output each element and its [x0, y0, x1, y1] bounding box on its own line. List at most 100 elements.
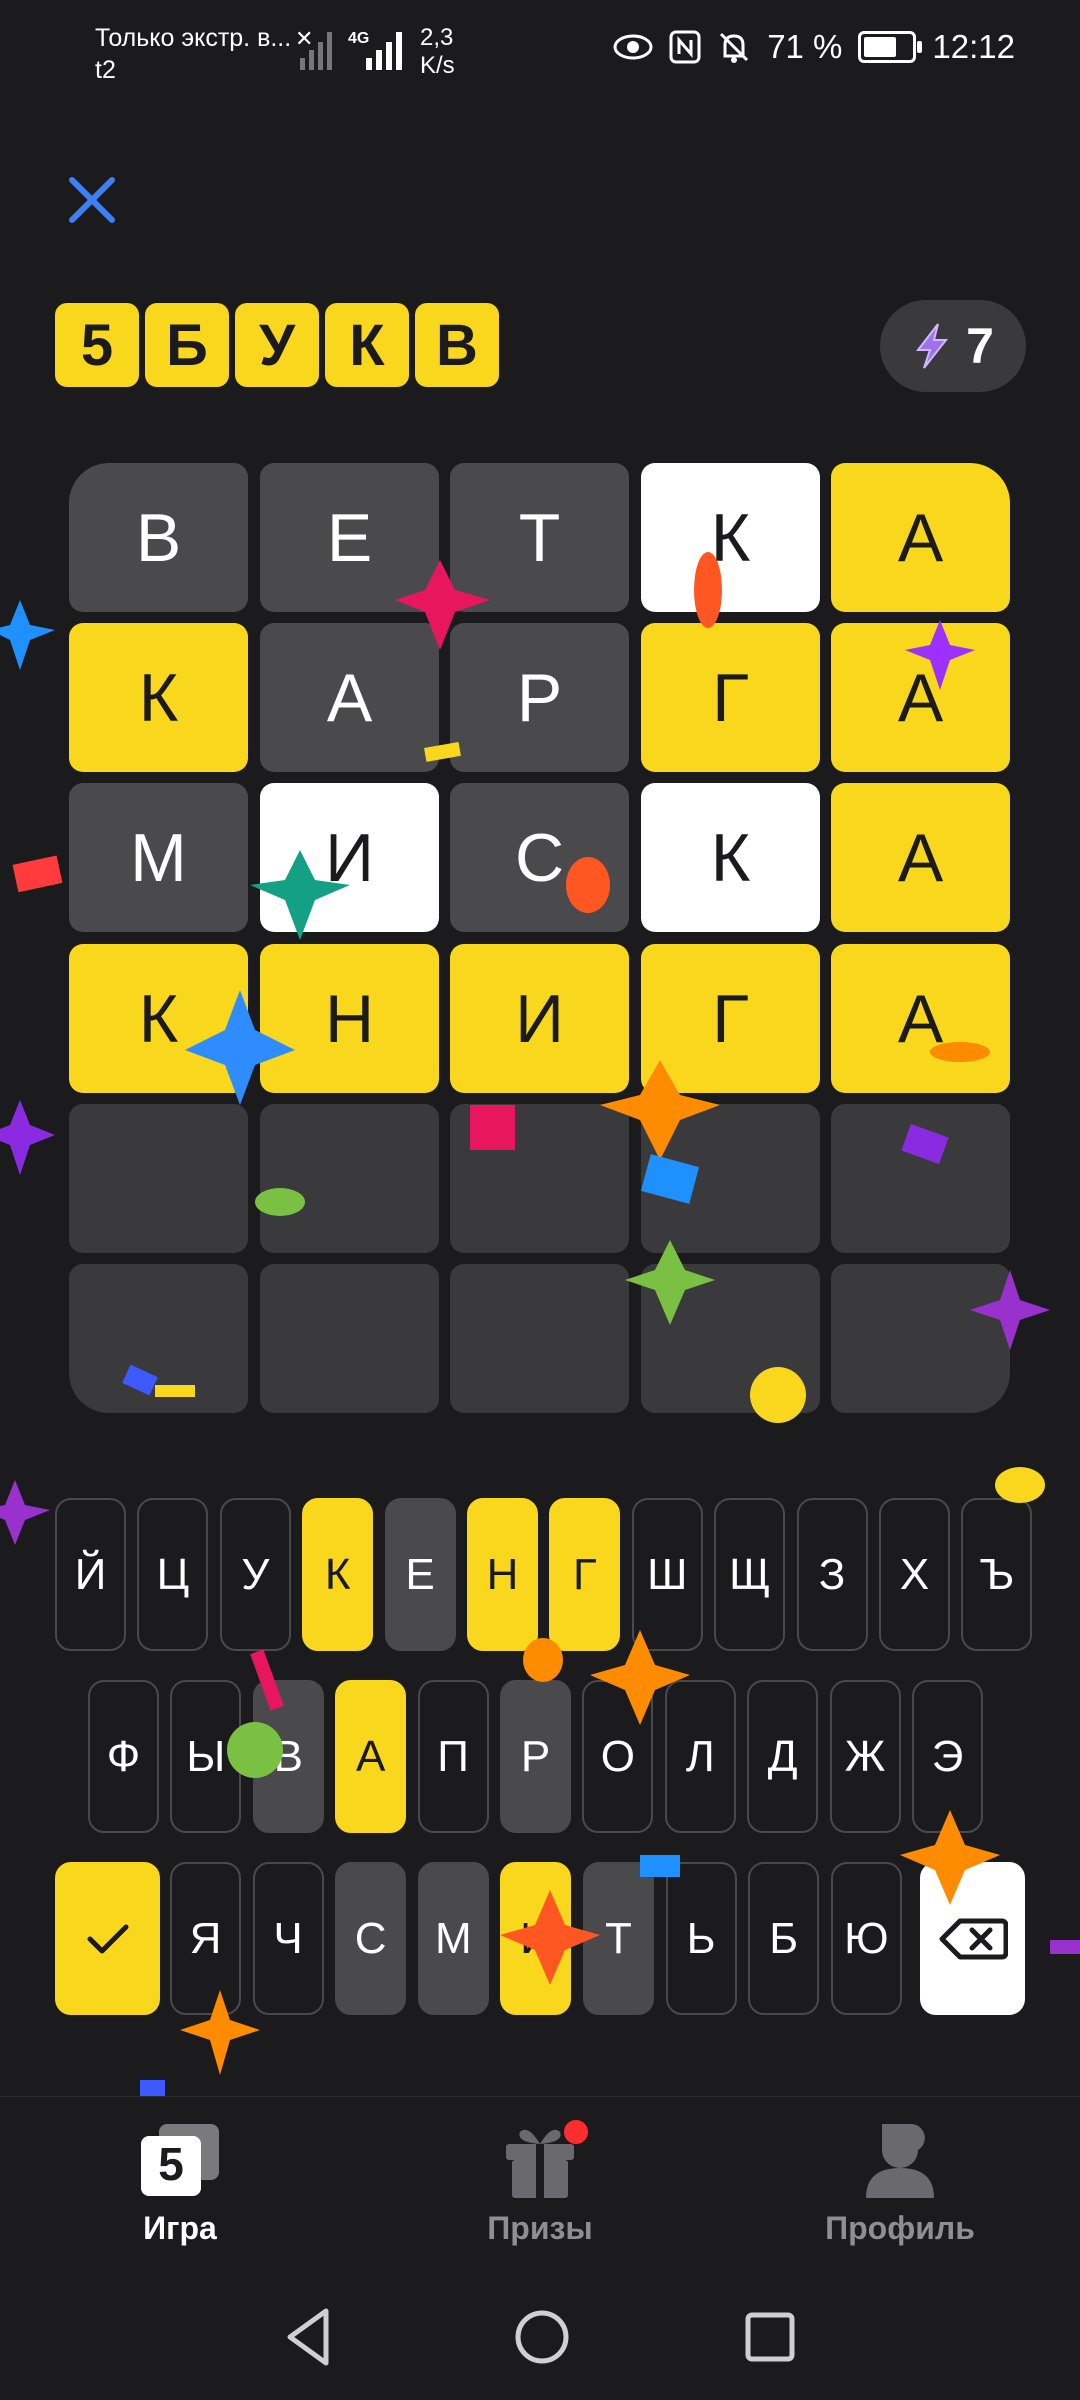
key[interactable]: Р: [500, 1680, 571, 1833]
key[interactable]: Н: [467, 1498, 538, 1651]
check-icon: [87, 1924, 128, 1953]
key[interactable]: З: [796, 1498, 868, 1651]
key[interactable]: В: [252, 1680, 324, 1833]
key[interactable]: О: [582, 1680, 654, 1833]
board-tile: Т: [450, 463, 629, 612]
svg-text:5: 5: [158, 2138, 184, 2190]
key[interactable]: Ш: [631, 1498, 703, 1651]
key[interactable]: Т: [583, 1862, 654, 2015]
nav-item-prizes[interactable]: Призы: [420, 2120, 660, 2247]
board-tile: К: [69, 944, 248, 1093]
mute-bell-icon: [720, 32, 749, 63]
board-tile: [641, 1104, 820, 1253]
board-tile: Г: [641, 944, 820, 1093]
key[interactable]: Й: [55, 1498, 126, 1651]
key[interactable]: Ж: [829, 1680, 901, 1833]
key[interactable]: Е: [384, 1498, 456, 1651]
board-tile: [450, 1264, 629, 1413]
back-icon[interactable]: [280, 2305, 340, 2369]
key[interactable]: Ф: [88, 1680, 159, 1833]
confetti-star: [0, 1480, 50, 1545]
status-right: 71 % 12:12: [613, 28, 1015, 66]
key[interactable]: Х: [879, 1498, 950, 1651]
network-speed: 2,3 K/s: [420, 24, 455, 80]
logo-tile: 5: [55, 303, 139, 387]
close-icon[interactable]: [62, 170, 122, 230]
board-tile: И: [450, 944, 629, 1093]
profile-icon: [866, 2123, 934, 2198]
game-board: ВЕТКАКАРГАМИСКАКНИГА: [69, 463, 1010, 1413]
key[interactable]: М: [417, 1862, 489, 2015]
board-tile: [69, 1104, 248, 1253]
status-bar: Только экстр. в... t2 ✕ 4G 2,3 K/s 71 % …: [0, 0, 1080, 110]
clock: 12:12: [932, 28, 1015, 65]
board-tile: К: [641, 463, 820, 612]
submit-key[interactable]: [55, 1862, 160, 2015]
board-tile: К: [641, 783, 820, 932]
key[interactable]: С: [335, 1862, 407, 2015]
backspace-icon: [939, 1918, 1008, 1959]
key[interactable]: А: [335, 1680, 407, 1833]
carrier-name: Только экстр. в...: [95, 24, 292, 52]
board-tile: [641, 1264, 820, 1413]
key[interactable]: П: [417, 1680, 489, 1833]
key[interactable]: К: [302, 1498, 374, 1651]
key[interactable]: Я: [170, 1862, 241, 2015]
confetti-piece: [12, 855, 63, 893]
key[interactable]: Ь: [665, 1862, 737, 2015]
key[interactable]: Л: [664, 1680, 736, 1833]
key[interactable]: И: [500, 1862, 572, 2015]
key[interactable]: Ю: [830, 1862, 902, 2015]
key[interactable]: Ы: [170, 1680, 242, 1833]
battery-icon: [858, 31, 923, 63]
speed-unit: K/s: [420, 52, 455, 79]
board-tile: Р: [450, 623, 629, 772]
carrier-secondary: t2: [95, 56, 116, 84]
key[interactable]: Б: [748, 1862, 820, 2015]
nav-label-prizes: Призы: [487, 2210, 593, 2246]
board-tile: И: [260, 783, 439, 932]
backspace-key[interactable]: [920, 1862, 1025, 2015]
signal-icon: [300, 32, 332, 70]
board-tile: А: [831, 623, 1010, 772]
energy-count: 7: [966, 318, 994, 374]
battery-percent: 71 %: [767, 28, 843, 65]
logo-tile: В: [415, 303, 499, 387]
key[interactable]: Ч: [252, 1862, 324, 2015]
nav-item-game[interactable]: 5 Игра: [60, 2120, 300, 2247]
board-tile: Г: [641, 623, 820, 772]
board-tile: А: [831, 463, 1010, 612]
key[interactable]: Э: [912, 1680, 983, 1833]
key[interactable]: Г: [549, 1498, 621, 1651]
board-tile: [69, 1264, 248, 1413]
confetti-star: [0, 600, 55, 670]
key[interactable]: Д: [747, 1680, 819, 1833]
board-tile: [450, 1104, 629, 1253]
key[interactable]: У: [219, 1498, 291, 1651]
energy-counter[interactable]: 7: [880, 300, 1026, 392]
signal-strength-icon: [366, 32, 402, 70]
speed-value: 2,3: [420, 24, 454, 51]
confetti-piece: [1050, 1940, 1080, 1954]
board-tile: М: [69, 783, 248, 932]
recents-icon[interactable]: [740, 2305, 800, 2369]
board-tile: А: [831, 944, 1010, 1093]
key[interactable]: Ъ: [961, 1498, 1033, 1651]
home-icon[interactable]: [510, 2305, 574, 2369]
gift-icon: [506, 2120, 588, 2198]
board-tile: Н: [260, 944, 439, 1093]
board-tile: А: [831, 783, 1010, 932]
board-tile: В: [69, 463, 248, 612]
nfc-icon: [669, 30, 701, 64]
board-tile: Е: [260, 463, 439, 612]
nav-label-game: Игра: [143, 2210, 217, 2246]
board-tile: [831, 1104, 1010, 1253]
nav-item-profile[interactable]: Профиль: [780, 2120, 1020, 2247]
board-tile: С: [450, 783, 629, 932]
key[interactable]: Щ: [714, 1498, 786, 1651]
board-tile: А: [260, 623, 439, 772]
app-logo: 5 Б У К В: [55, 303, 499, 387]
key[interactable]: Ц: [137, 1498, 209, 1651]
confetti-star: [0, 1100, 55, 1175]
board-tile: [260, 1264, 439, 1413]
